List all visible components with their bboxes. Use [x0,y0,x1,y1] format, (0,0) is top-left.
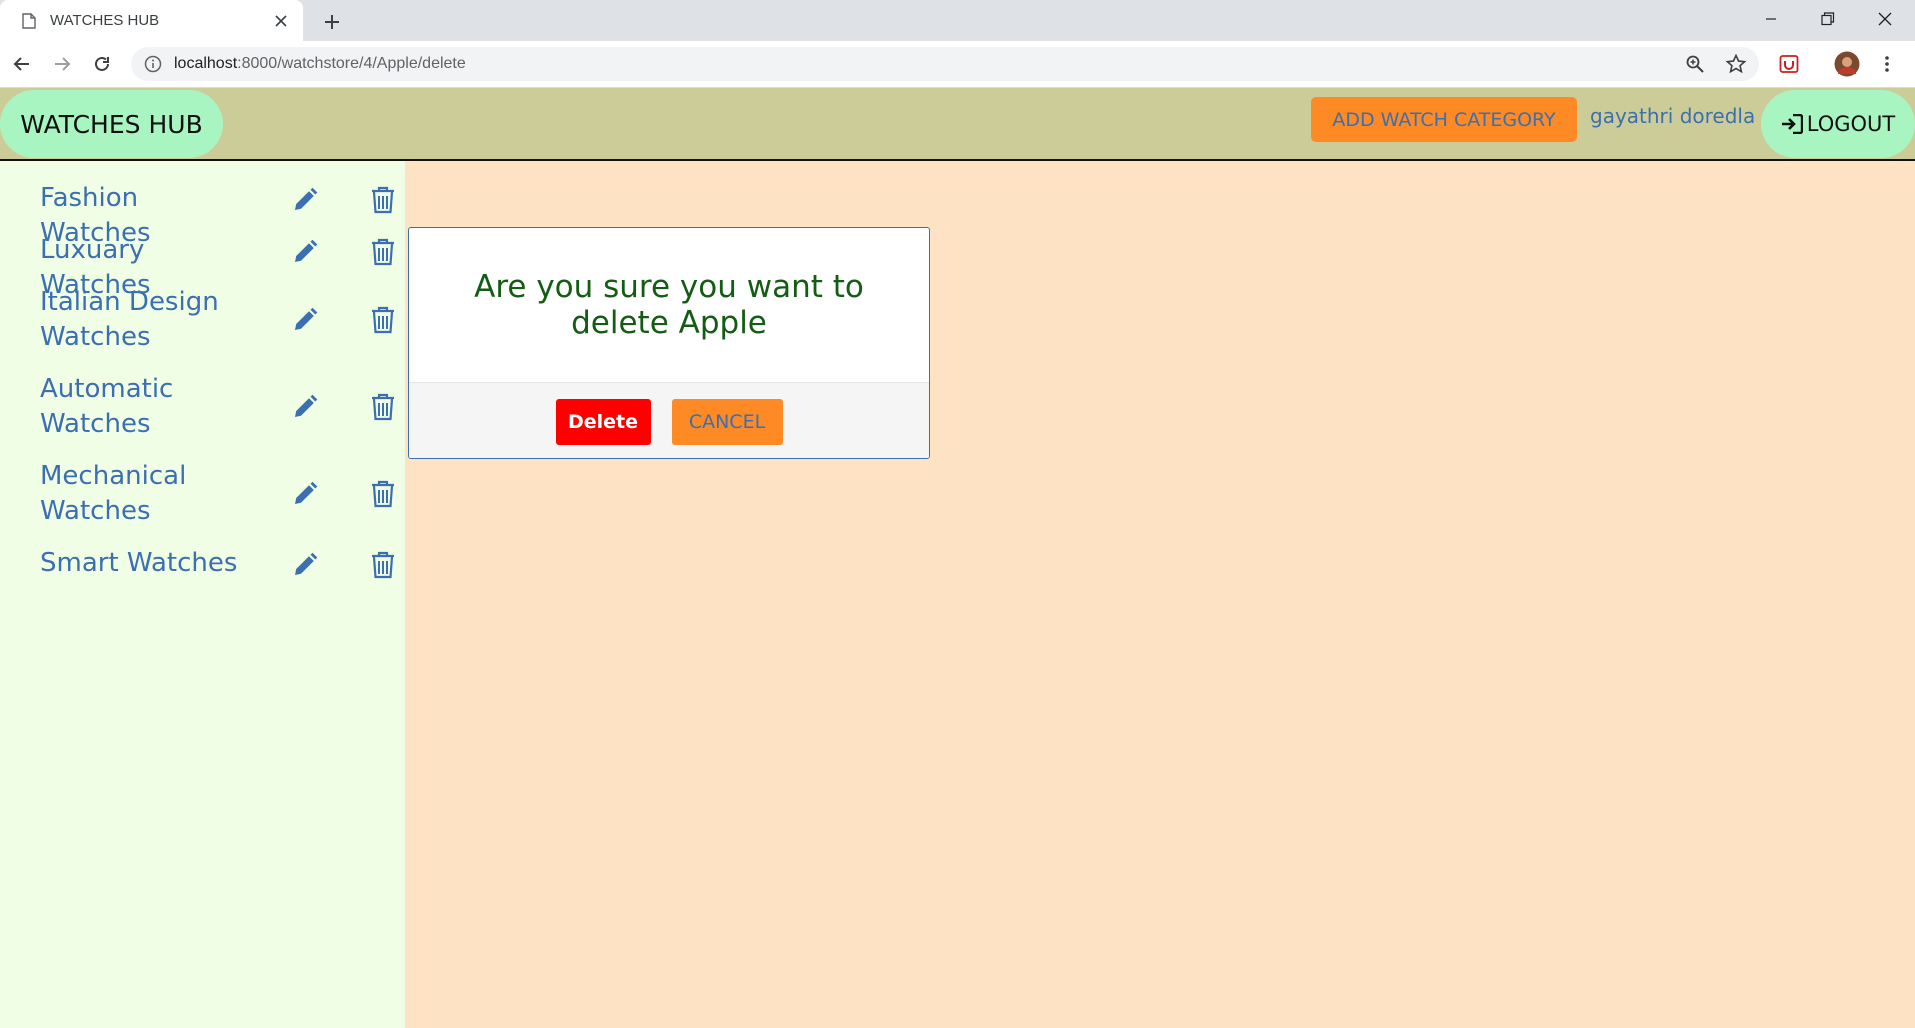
pencil-icon[interactable] [290,550,320,580]
category-link[interactable]: Italian Design Watches [40,285,255,355]
user-name-link[interactable]: gayathri doredla [1590,104,1755,128]
browser-menu-icon[interactable] [1871,48,1903,80]
trash-icon[interactable] [370,237,396,267]
close-window-icon[interactable] [1858,0,1912,38]
minimize-icon[interactable] [1744,0,1798,38]
pencil-icon[interactable] [290,185,320,215]
forward-icon[interactable] [46,48,78,80]
delete-confirm-dialog: Are you sure you want to delete Apple De… [408,227,930,459]
browser-tab-strip: WATCHES HUB [0,0,1915,41]
brand-logo[interactable]: WATCHES HUB [0,90,223,158]
sign-in-icon [1781,114,1803,134]
browser-toolbar: localhost:8000/watchstore/4/Apple/delete [0,41,1915,88]
trash-icon[interactable] [370,392,396,422]
back-icon[interactable] [6,48,38,80]
trash-icon[interactable] [370,550,396,580]
url-path: :8000/watchstore/4/Apple/delete [237,55,466,72]
bookmark-star-icon[interactable] [1720,48,1752,80]
add-watch-category-button[interactable]: ADD WATCH CATEGORY [1311,97,1577,142]
browser-tab[interactable]: WATCHES HUB [0,0,303,41]
category-link[interactable]: Smart Watches [40,546,255,581]
zoom-icon[interactable] [1679,48,1711,80]
close-tab-icon[interactable] [267,7,295,35]
tab-title: WATCHES HUB [50,12,160,29]
pencil-icon[interactable] [290,305,320,335]
confirm-message: Are you sure you want to delete Apple [409,228,929,383]
dialog-footer: Delete CANCEL [409,383,929,458]
address-bar[interactable]: localhost:8000/watchstore/4/Apple/delete [131,47,1759,81]
pencil-icon[interactable] [290,392,320,422]
trash-icon[interactable] [370,185,396,215]
category-sidebar: Fashion Watches Luxuary Watches Italian … [0,161,405,1028]
app-header: WATCHES HUB ADD WATCH CATEGORY gayathri … [0,88,1915,161]
cancel-button[interactable]: CANCEL [671,398,783,445]
trash-icon[interactable] [370,305,396,335]
profile-avatar-icon[interactable] [1831,48,1863,80]
category-link[interactable]: Mechanical Watches [40,459,255,529]
delete-button[interactable]: Delete [555,398,651,445]
reload-icon[interactable] [86,48,118,80]
info-icon[interactable] [144,55,162,73]
logout-button[interactable]: LOGOUT [1761,90,1915,158]
trash-icon[interactable] [370,479,396,509]
restore-icon[interactable] [1801,0,1855,38]
category-link[interactable]: Automatic Watches [40,372,255,442]
url-text: localhost:8000/watchstore/4/Apple/delete [174,55,466,73]
logout-label: LOGOUT [1806,112,1896,136]
extension-icon[interactable] [1773,48,1805,80]
pencil-icon[interactable] [290,479,320,509]
url-host: localhost [174,55,238,72]
pencil-icon[interactable] [290,237,320,267]
page-icon [22,12,36,29]
new-tab-icon[interactable] [316,6,348,38]
